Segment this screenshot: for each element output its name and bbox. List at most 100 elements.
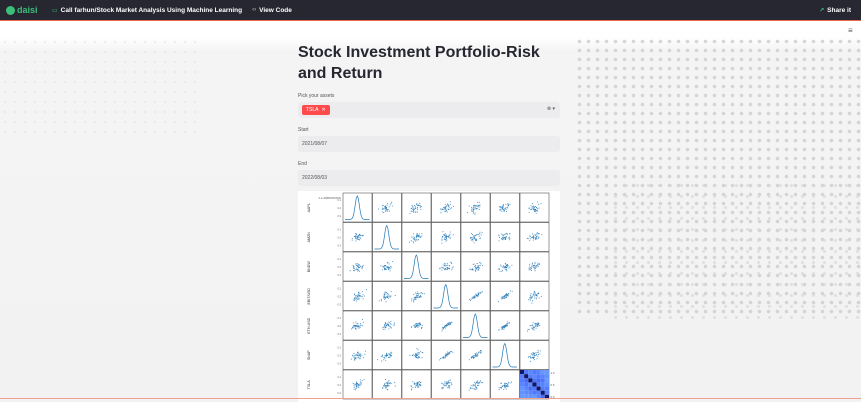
scatter-point [414, 206, 417, 208]
scatter-point [441, 386, 443, 389]
scatter-point [409, 212, 411, 215]
scatter-point [537, 351, 539, 353]
scatter-point [416, 235, 418, 237]
scatter-point [528, 299, 530, 301]
clear-and-dropdown-icon[interactable]: ⊗ ▾ [547, 106, 555, 112]
heatmap-cell [520, 390, 525, 395]
scatter-point [351, 326, 354, 328]
scatter-point [499, 387, 501, 389]
scatter-point [412, 299, 414, 301]
scatter-point [471, 236, 473, 238]
start-date-input[interactable]: 2021/08/07 [298, 136, 560, 152]
scatter-point [473, 242, 475, 244]
scatter-point [499, 208, 501, 210]
scatter-point [468, 359, 470, 361]
scatter-point [416, 208, 418, 210]
scatter-point [351, 239, 353, 241]
scatter-point [413, 233, 415, 235]
scatter-point [528, 265, 530, 267]
matrix-cell [460, 251, 491, 282]
scatter-point [360, 237, 362, 239]
matrix-cell [342, 340, 373, 370]
scatter-point [358, 327, 360, 329]
scatter-point [383, 266, 385, 268]
scatter-point [359, 358, 361, 360]
scatter-point [412, 206, 414, 208]
scatter-point [533, 297, 535, 299]
scatter-point [474, 384, 476, 386]
scatter-point [416, 203, 418, 205]
scatter-point [478, 382, 480, 384]
scatter-point [539, 324, 541, 327]
heatmap-cell [520, 370, 525, 375]
scatter-point [356, 297, 358, 299]
scatter-point [453, 205, 455, 207]
scatter-point [441, 330, 443, 332]
scatter-point [477, 352, 479, 355]
scatter-point [503, 389, 505, 391]
scatter-point [507, 383, 509, 385]
scatter-point [479, 261, 481, 264]
scatter-point [501, 210, 503, 212]
scatter-point [393, 324, 395, 326]
heatmap-cell [524, 374, 529, 379]
scatter-point [359, 323, 361, 325]
scatter-point [444, 268, 446, 270]
scatter-point [481, 382, 483, 384]
scatter-point [420, 327, 423, 330]
scatter-point [359, 355, 361, 357]
scatter-point [355, 387, 357, 389]
call-link[interactable]: ▭ Call farhun/Stock Market Analysis Usin… [52, 7, 242, 14]
scatter-point [353, 383, 355, 385]
scatter-point [356, 237, 358, 240]
scatter-point [478, 351, 480, 353]
scatter-point [416, 325, 418, 327]
scatter-point [386, 210, 388, 212]
scatter-point [476, 352, 478, 354]
scatter-point [478, 201, 480, 203]
scatter-point [418, 325, 420, 327]
scatter-point [529, 294, 532, 296]
scatter-point [477, 292, 479, 294]
scatter-point [534, 233, 536, 235]
scatter-point [502, 237, 504, 239]
scatter-point [410, 385, 413, 388]
scatter-point [498, 388, 500, 391]
scatter-point [355, 326, 357, 328]
scatter-point [470, 298, 472, 300]
scatter-point [470, 238, 472, 240]
scatter-point [505, 294, 507, 296]
assets-multiselect[interactable]: TSLA ✕ ⊗ ▾ [298, 102, 560, 118]
corr-legend-tick: 1.0 [551, 371, 555, 375]
scatter-point [471, 234, 474, 236]
scatter-point [446, 211, 448, 213]
scatter-point [383, 297, 385, 299]
scatter-point [507, 264, 509, 266]
remove-tag-icon[interactable]: ✕ [322, 107, 326, 113]
scatter-point [482, 382, 484, 384]
share-button[interactable]: ↗ Share it [819, 0, 851, 20]
end-date-input[interactable]: 2022/08/03 [298, 170, 560, 186]
scatter-point [385, 209, 387, 211]
scatter-point [503, 296, 505, 298]
scatter-point [440, 266, 442, 268]
scatter-point [353, 386, 355, 388]
matrix-cell [460, 222, 491, 252]
scatter-point [413, 293, 415, 296]
scatter-point [387, 323, 389, 326]
scatter-point [388, 381, 390, 383]
heatmap-cell [524, 370, 529, 375]
scatter-point [352, 355, 354, 357]
daisi-logo[interactable]: daisi [6, 5, 44, 15]
hamburger-menu-icon[interactable]: ≡ [848, 26, 853, 35]
scatter-point [476, 388, 478, 390]
scatter-point [416, 291, 418, 293]
asset-tag[interactable]: TSLA ✕ [302, 105, 330, 115]
view-code-link[interactable]: ‹› View Code [252, 7, 292, 14]
scatter-point [539, 350, 541, 352]
scatter-point [509, 233, 511, 235]
scatter-point [537, 349, 539, 351]
scatter-point [471, 297, 473, 299]
scatter-point [531, 203, 534, 205]
scatter-point [531, 237, 533, 239]
